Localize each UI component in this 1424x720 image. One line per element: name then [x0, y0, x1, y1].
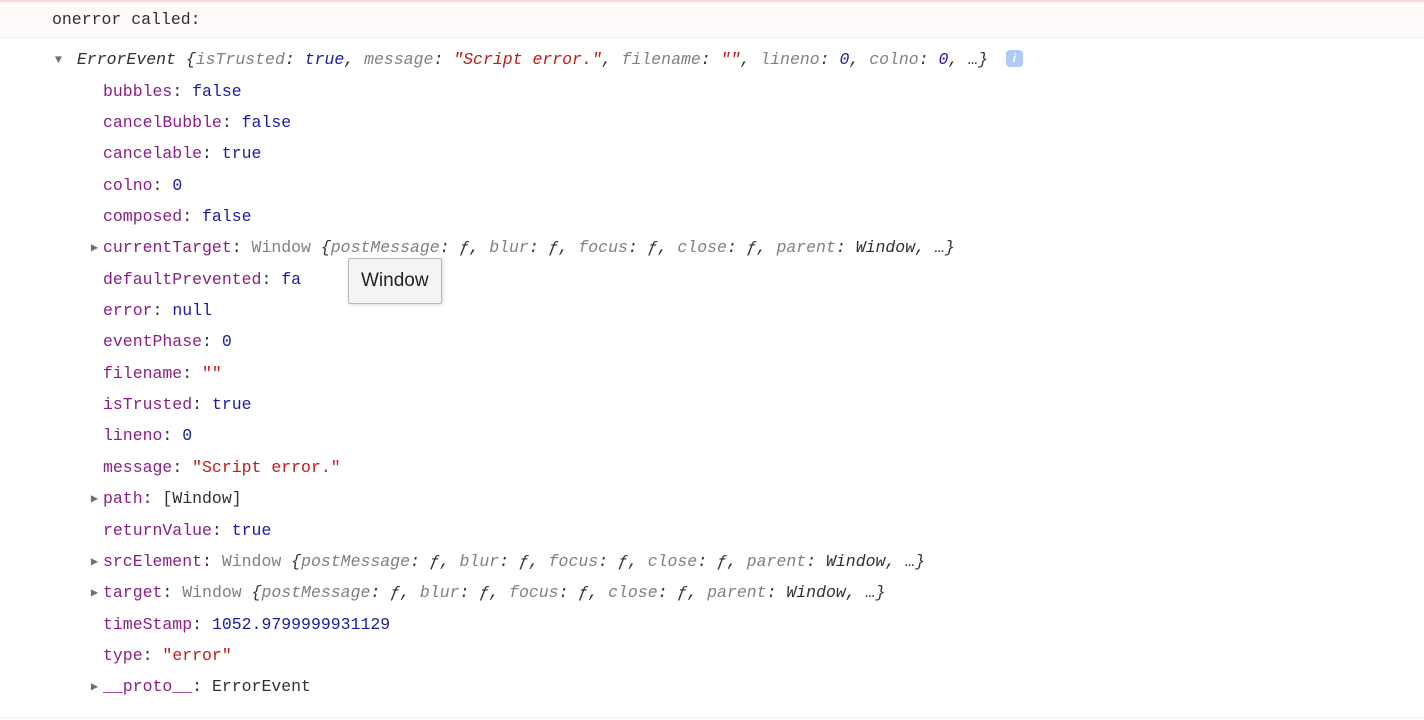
property-name: error	[103, 301, 153, 320]
chevron-right-icon[interactable]: ▶	[88, 488, 101, 511]
property-type: Window	[252, 238, 321, 257]
console-log-row-object: ▼ ErrorEvent {isTrusted: true, message: …	[0, 38, 1424, 717]
property-row: ▶type: "error"	[88, 640, 1416, 671]
property-name: cancelable	[103, 144, 202, 163]
property-value: "Script error."	[192, 458, 341, 477]
property-name: defaultPrevented	[103, 270, 261, 289]
property-value: false	[242, 113, 292, 132]
property-value: false	[192, 82, 242, 101]
chevron-right-icon[interactable]: ▶	[88, 237, 101, 260]
property-value: "error"	[162, 646, 231, 665]
property-value: [Window]	[162, 489, 241, 508]
property-row[interactable]: ▶currentTarget: Window {postMessage: ƒ, …	[88, 232, 1416, 263]
property-name: filename	[103, 364, 182, 383]
property-row: ▶cancelBubble: false	[88, 107, 1416, 138]
object-properties: ▶bubbles: false▶cancelBubble: false▶canc…	[52, 76, 1416, 703]
chevron-down-icon[interactable]: ▼	[52, 49, 65, 72]
property-name: message	[103, 458, 172, 477]
property-summary: {postMessage: ƒ, blur: ƒ, focus: ƒ, clos…	[252, 583, 886, 602]
property-name: returnValue	[103, 521, 212, 540]
info-icon[interactable]: i	[1006, 50, 1023, 67]
property-value: fa	[281, 270, 301, 289]
property-type: Window	[182, 583, 251, 602]
property-value: 0	[172, 176, 182, 195]
property-row: ▶message: "Script error."	[88, 452, 1416, 483]
object-type: ErrorEvent	[77, 50, 176, 69]
property-name: cancelBubble	[103, 113, 222, 132]
property-row: ▶eventPhase: 0	[88, 326, 1416, 357]
property-row: ▶filename: ""	[88, 358, 1416, 389]
property-row: ▶timeStamp: 1052.9799999931129	[88, 609, 1416, 640]
property-value: ErrorEvent	[212, 677, 311, 696]
property-name: isTrusted	[103, 395, 192, 414]
property-type: Window	[222, 552, 291, 571]
hover-tooltip: Window	[348, 258, 442, 304]
property-row: ▶cancelable: true	[88, 138, 1416, 169]
chevron-right-icon[interactable]: ▶	[88, 582, 101, 605]
property-value: 1052.9799999931129	[212, 615, 390, 634]
property-name: path	[103, 489, 143, 508]
property-row[interactable]: ▶__proto__: ErrorEvent	[88, 671, 1416, 702]
chevron-right-icon[interactable]: ▶	[88, 551, 101, 574]
property-name: composed	[103, 207, 182, 226]
log-header-text: onerror called:	[52, 10, 201, 29]
property-row[interactable]: ▶path: [Window]	[88, 483, 1416, 514]
property-row: ▶colno: 0	[88, 170, 1416, 201]
property-value: true	[222, 144, 262, 163]
property-name: type	[103, 646, 143, 665]
property-value: true	[212, 395, 252, 414]
property-row: ▶returnValue: true	[88, 515, 1416, 546]
property-name: srcElement	[103, 552, 202, 571]
chevron-right-icon[interactable]: ▶	[88, 676, 101, 699]
property-row[interactable]: ▶target: Window {postMessage: ƒ, blur: ƒ…	[88, 577, 1416, 608]
object-top-line[interactable]: ▼ ErrorEvent {isTrusted: true, message: …	[52, 44, 1416, 75]
property-row: ▶error: null	[88, 295, 1416, 326]
property-value: 0	[222, 332, 232, 351]
property-value: true	[232, 521, 272, 540]
object-summary: ErrorEvent {isTrusted: true, message: "S…	[77, 50, 998, 69]
property-name: currentTarget	[103, 238, 232, 257]
console-log-row-header: onerror called:	[0, 0, 1424, 38]
property-row: ▶isTrusted: true	[88, 389, 1416, 420]
property-value: ""	[202, 364, 222, 383]
property-name: lineno	[103, 426, 162, 445]
property-summary: {postMessage: ƒ, blur: ƒ, focus: ƒ, clos…	[291, 552, 925, 571]
property-name: timeStamp	[103, 615, 192, 634]
property-row: ▶lineno: 0	[88, 420, 1416, 451]
property-row: ▶defaultPrevented: faWindow	[88, 264, 1416, 295]
property-name: eventPhase	[103, 332, 202, 351]
property-value: 0	[182, 426, 192, 445]
property-row: ▶composed: false	[88, 201, 1416, 232]
property-value: false	[202, 207, 252, 226]
property-value: null	[172, 301, 212, 320]
property-name: bubbles	[103, 82, 172, 101]
property-name: target	[103, 583, 162, 602]
property-row[interactable]: ▶srcElement: Window {postMessage: ƒ, blu…	[88, 546, 1416, 577]
property-name: colno	[103, 176, 153, 195]
property-row: ▶bubbles: false	[88, 76, 1416, 107]
property-name: __proto__	[103, 677, 192, 696]
property-summary: {postMessage: ƒ, blur: ƒ, focus: ƒ, clos…	[321, 238, 955, 257]
